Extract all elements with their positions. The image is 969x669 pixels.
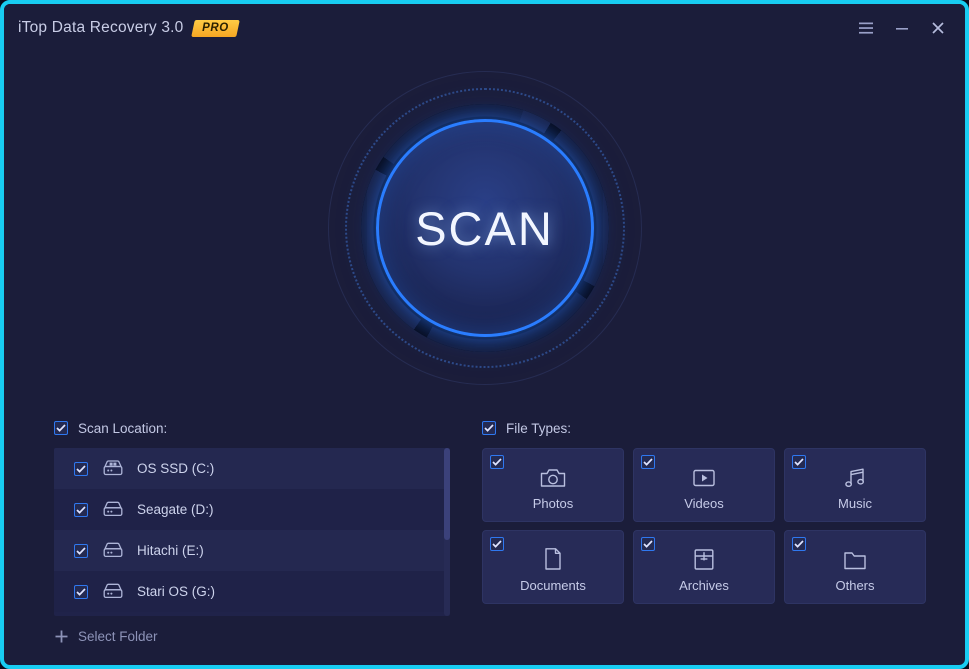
drive-label: OS SSD (C:) xyxy=(137,461,215,476)
window-controls xyxy=(849,4,955,52)
pro-badge-label: PRO xyxy=(201,21,229,34)
file-type-label: Videos xyxy=(684,496,724,511)
title-bar: iTop Data Recovery 3.0 PRO xyxy=(4,4,965,52)
drive-row[interactable]: Stari OS (G:) xyxy=(54,571,450,612)
scan-location-master-checkbox[interactable] xyxy=(54,421,68,435)
file-type-card-documents[interactable]: Documents xyxy=(482,530,624,604)
drive-list-scrollbar[interactable] xyxy=(444,448,450,616)
scan-location-panel: Scan Location: OS SSD (C:) Seagate (D:) … xyxy=(54,414,450,651)
file-types-grid: Photos Videos Music Documents Archives O… xyxy=(482,448,926,604)
ssd-drive-icon xyxy=(102,458,124,480)
file-type-checkbox[interactable] xyxy=(792,455,806,469)
scan-location-header: Scan Location: xyxy=(54,414,450,442)
app-window: iTop Data Recovery 3.0 PRO SCAN Scan Loc… xyxy=(0,0,969,669)
check-icon xyxy=(643,458,653,466)
drive-list-scroll-thumb[interactable] xyxy=(444,448,450,540)
scan-area: SCAN xyxy=(4,52,965,404)
file-type-checkbox[interactable] xyxy=(641,455,655,469)
check-icon xyxy=(492,458,502,466)
hdd-drive-icon xyxy=(102,540,124,562)
file-types-label: File Types: xyxy=(506,420,572,436)
drive-label: Seagate (D:) xyxy=(137,502,214,517)
file-type-label: Others xyxy=(835,578,875,593)
file-types-panel: File Types: Photos Videos Music Document… xyxy=(482,414,926,604)
file-type-label: Archives xyxy=(679,578,729,593)
hdd-drive-icon xyxy=(102,581,124,603)
file-type-card-music[interactable]: Music xyxy=(784,448,926,522)
hamburger-menu-button[interactable] xyxy=(849,11,883,45)
file-type-checkbox[interactable] xyxy=(792,537,806,551)
drive-row[interactable]: OS SSD (C:) xyxy=(54,448,450,489)
check-icon xyxy=(643,540,653,548)
file-type-label: Photos xyxy=(532,496,574,511)
scan-dial: SCAN xyxy=(327,71,642,385)
folder-icon xyxy=(843,545,867,571)
video-play-icon xyxy=(692,463,716,489)
drive-list: OS SSD (C:) Seagate (D:) Hitachi (E:) St… xyxy=(54,448,450,616)
drive-label: Stari OS (G:) xyxy=(137,584,216,599)
file-type-checkbox[interactable] xyxy=(641,537,655,551)
file-type-card-others[interactable]: Others xyxy=(784,530,926,604)
check-icon xyxy=(794,458,804,466)
pro-badge: PRO xyxy=(190,19,240,37)
app-title: iTop Data Recovery 3.0 xyxy=(18,19,184,36)
select-folder-button[interactable]: Select Folder xyxy=(54,621,158,651)
scan-location-label: Scan Location: xyxy=(78,420,168,436)
file-type-card-photos[interactable]: Photos xyxy=(482,448,624,522)
file-type-checkbox[interactable] xyxy=(490,455,504,469)
scan-button[interactable]: SCAN xyxy=(375,119,594,337)
check-icon xyxy=(76,546,86,555)
check-icon xyxy=(76,505,86,514)
check-icon xyxy=(76,464,86,473)
drive-row[interactable]: Hitachi (E:) xyxy=(54,530,450,571)
drive-checkbox[interactable] xyxy=(74,543,88,558)
document-page-icon xyxy=(543,545,563,571)
file-type-card-videos[interactable]: Videos xyxy=(633,448,775,522)
music-note-icon xyxy=(843,463,867,489)
archive-box-icon xyxy=(693,545,715,571)
drive-checkbox[interactable] xyxy=(74,584,88,599)
close-button[interactable] xyxy=(921,11,955,45)
check-icon xyxy=(492,540,502,548)
drive-checkbox[interactable] xyxy=(74,461,88,476)
plus-icon xyxy=(54,629,69,644)
check-icon xyxy=(56,424,66,432)
file-type-checkbox[interactable] xyxy=(490,537,504,551)
check-icon xyxy=(794,540,804,548)
drive-row[interactable]: Seagate (D:) xyxy=(54,489,450,530)
close-icon xyxy=(932,22,944,34)
file-type-label: Music xyxy=(838,496,872,511)
scan-button-label: SCAN xyxy=(415,201,554,255)
hdd-drive-icon xyxy=(102,499,124,521)
file-type-label: Documents xyxy=(520,578,586,593)
select-folder-label: Select Folder xyxy=(78,628,158,644)
file-type-card-archives[interactable]: Archives xyxy=(633,530,775,604)
drive-checkbox[interactable] xyxy=(74,502,88,517)
bottom-panels: Scan Location: OS SSD (C:) Seagate (D:) … xyxy=(4,404,965,665)
drive-label: Hitachi (E:) xyxy=(137,543,204,558)
file-types-header: File Types: xyxy=(482,414,924,442)
file-types-master-checkbox[interactable] xyxy=(482,421,496,435)
minimize-button[interactable] xyxy=(885,11,919,45)
minimize-icon xyxy=(896,28,908,30)
check-icon xyxy=(76,587,86,596)
hamburger-menu-icon xyxy=(859,22,873,34)
camera-icon xyxy=(540,463,566,489)
check-icon xyxy=(484,424,494,432)
